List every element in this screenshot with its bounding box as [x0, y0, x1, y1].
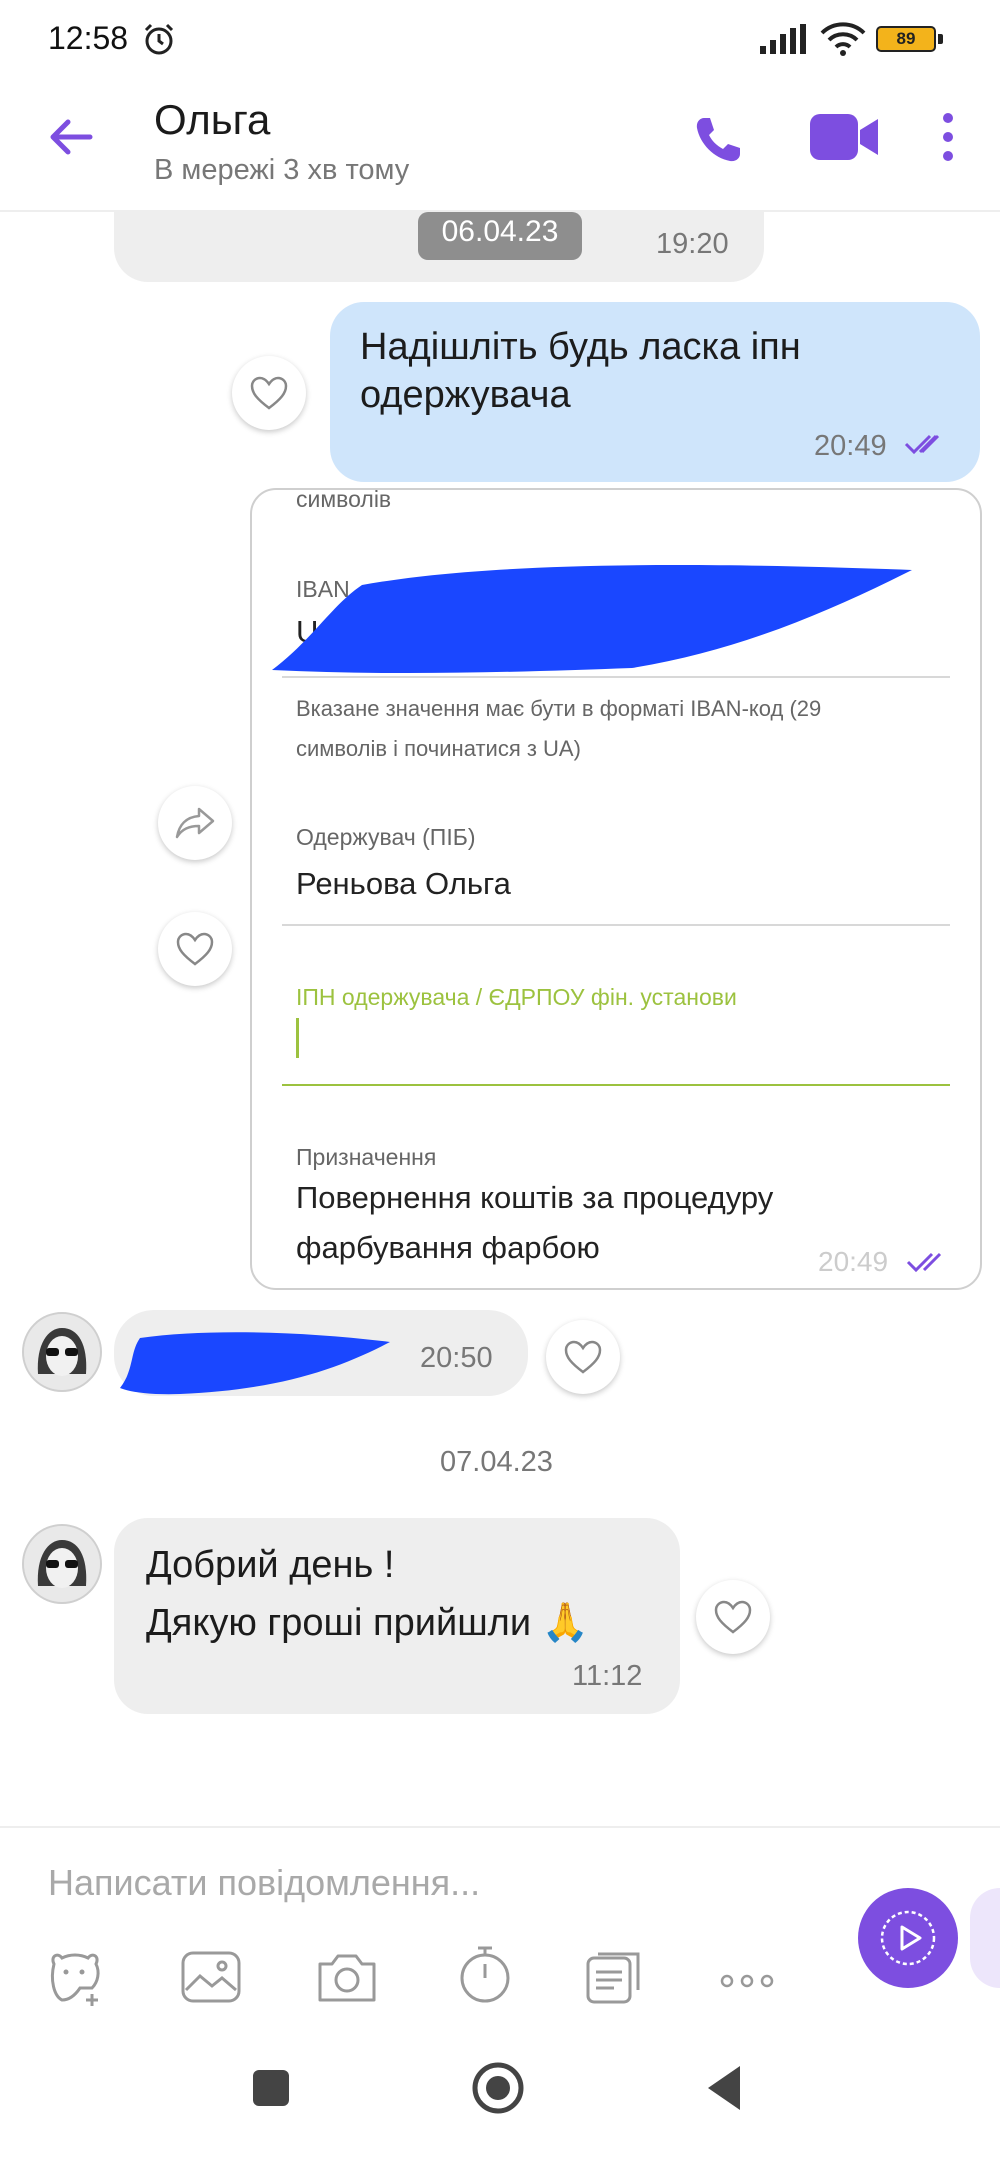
form-recipient-value: Реньова Ольга	[296, 866, 511, 901]
message-time: 20:49	[818, 1246, 889, 1277]
date-chip-image: 06.04.23	[418, 212, 582, 260]
form-purpose-line-1: Повернення коштів за процедуру	[296, 1180, 774, 1215]
form-ipn-label: ІПН одержувача / ЄДРПОУ фін. установи	[296, 984, 737, 1010]
video-message-button[interactable]	[858, 1888, 958, 1988]
form-divider	[282, 676, 950, 678]
form-iban-help-2: символів і починатися з UA)	[296, 736, 581, 761]
battery-indicator: 89	[876, 26, 936, 52]
gallery-icon[interactable]	[180, 1950, 242, 2004]
like-button[interactable]	[158, 912, 232, 986]
form-divider	[282, 924, 950, 926]
avatar-photo	[24, 1526, 100, 1602]
more-dots-icon[interactable]	[720, 1972, 774, 1990]
form-purpose-label: Призначення	[296, 1144, 437, 1170]
message-time: 19:20	[656, 228, 729, 260]
redaction-scribble	[120, 1332, 390, 1395]
like-button[interactable]	[232, 356, 306, 430]
redaction-scribble	[272, 565, 912, 674]
like-button[interactable]	[696, 1580, 770, 1654]
contact-name[interactable]: Ольга	[154, 96, 270, 144]
back-arrow-icon[interactable]	[46, 112, 96, 162]
message-input[interactable]: Написати повідомлення...	[48, 1862, 480, 1904]
incoming-message-line-2: Дякую гроші прийшли 🙏	[146, 1602, 589, 1644]
form-text-cursor	[296, 1018, 299, 1058]
form-iban-help-1: Вказане значення має бути в форматі IBAN…	[296, 696, 822, 721]
read-checkmarks-icon	[906, 1252, 942, 1273]
battery-tip	[938, 34, 943, 44]
wifi-icon	[820, 22, 866, 56]
incoming-message-line-1: Добрий день !	[146, 1544, 395, 1586]
sticker-icon[interactable]	[46, 1950, 108, 2008]
status-time: 12:58	[48, 20, 129, 56]
timer-icon[interactable]	[456, 1944, 514, 2004]
more-options-icon[interactable]	[940, 112, 956, 162]
heart-icon	[250, 376, 288, 410]
like-button[interactable]	[546, 1320, 620, 1394]
outgoing-message-line-2: одержувача	[360, 374, 571, 416]
composer-divider	[0, 1826, 1000, 1828]
file-icon[interactable]	[584, 1950, 646, 2006]
back-button[interactable]	[704, 2064, 744, 2112]
signal-icon	[760, 24, 806, 54]
form-purpose-line-2: фарбування фарбою	[296, 1230, 600, 1265]
outgoing-message-line-1: Надішліть будь ласка іпн	[360, 326, 801, 368]
secondary-action-button[interactable]	[970, 1888, 1000, 1988]
heart-icon	[176, 932, 214, 966]
forward-button[interactable]	[158, 786, 232, 860]
contact-status: В мережі 3 хв тому	[154, 154, 410, 186]
date-separator: 07.04.23	[440, 1446, 553, 1478]
message-time: 11:12	[572, 1660, 643, 1692]
play-circle-icon	[880, 1910, 936, 1966]
message-time: 20:50	[420, 1342, 493, 1374]
video-call-icon[interactable]	[808, 110, 880, 164]
share-arrow-icon	[175, 807, 215, 839]
form-recipient-label: Одержувач (ПІБ)	[296, 824, 476, 850]
contact-avatar[interactable]	[22, 1524, 102, 1604]
heart-icon	[564, 1340, 602, 1374]
form-cut-text: символів	[296, 488, 392, 512]
avatar-photo	[24, 1314, 100, 1390]
alarm-icon	[144, 23, 174, 55]
camera-icon[interactable]	[316, 1950, 378, 2004]
phone-icon[interactable]	[690, 112, 746, 168]
form-active-line	[282, 1084, 950, 1086]
recents-button[interactable]	[253, 2070, 289, 2106]
read-checkmarks-icon	[904, 434, 940, 455]
home-button[interactable]	[470, 2060, 526, 2116]
contact-avatar[interactable]	[22, 1312, 102, 1392]
form-screenshot-image[interactable]: символів IBAN U Вказане значення має бут…	[250, 488, 982, 1290]
heart-icon	[714, 1600, 752, 1634]
message-time: 20:49	[814, 430, 887, 462]
